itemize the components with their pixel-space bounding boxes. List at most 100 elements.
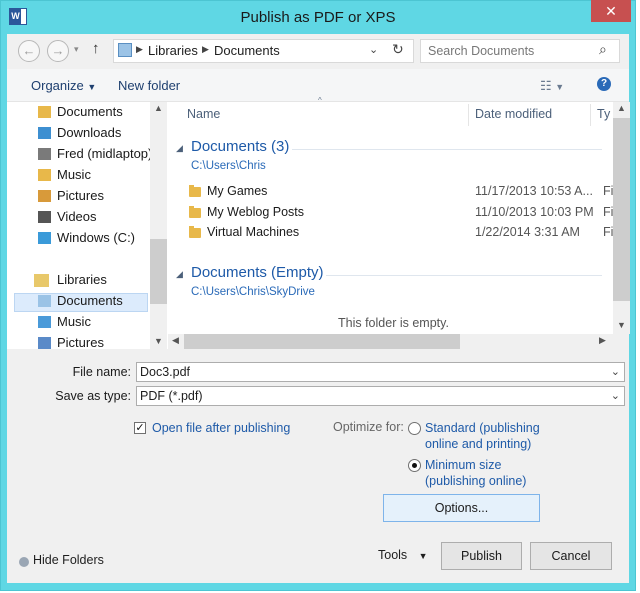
group-title-documents-empty[interactable]: Documents (Empty) <box>191 264 324 281</box>
publish-button[interactable]: Publish <box>441 542 522 570</box>
network-computer-icon <box>38 148 51 160</box>
new-folder-button[interactable]: New folder <box>118 78 180 93</box>
optimize-minimum-line2: (publishing online) <box>425 474 527 488</box>
documents-icon <box>38 106 51 118</box>
folder-icon <box>189 185 201 197</box>
nav-library-documents[interactable]: Documents <box>57 293 123 308</box>
group-divider <box>292 149 602 150</box>
music-icon <box>38 169 51 181</box>
breadcrumb-libraries[interactable]: Libraries <box>148 43 198 58</box>
optimize-standard-radio[interactable] <box>408 422 421 435</box>
optimize-for-label: Optimize for: <box>333 420 404 434</box>
libraries-folder-icon <box>34 274 49 287</box>
column-name[interactable]: Name <box>187 107 220 121</box>
nav-item-documents[interactable]: Documents <box>57 104 123 119</box>
view-options-icon[interactable]: ☷ ▼ <box>540 78 564 94</box>
tools-button[interactable]: Tools ▼ <box>378 548 428 562</box>
file-pane-scrollbar[interactable]: ▲ ▼ <box>613 102 630 334</box>
search-placeholder: Search Documents <box>428 44 535 58</box>
nav-item-windows-c[interactable]: Windows (C:) <box>57 230 135 245</box>
close-button[interactable]: ✕ <box>591 0 631 22</box>
open-after-publish-checkbox[interactable]: ✓ <box>134 422 146 434</box>
column-divider[interactable] <box>590 104 591 126</box>
videos-icon <box>38 211 51 223</box>
recent-chevron-icon[interactable]: ▾ <box>74 44 79 55</box>
optimize-minimum-line1: Minimum size <box>425 458 502 472</box>
breadcrumb-separator-icon: ▶ <box>136 44 143 54</box>
optimize-standard-line2: online and printing) <box>425 437 532 451</box>
help-icon[interactable]: ? <box>597 77 611 91</box>
file-name[interactable]: My Games <box>207 184 267 198</box>
downloads-icon <box>38 127 51 139</box>
address-bar[interactable]: ▶ Libraries ▶ Documents ⌄ ↻ <box>113 39 414 63</box>
file-type: Fi <box>603 225 614 239</box>
optimize-minimum-radio[interactable] <box>408 459 421 472</box>
file-name[interactable]: Virtual Machines <box>207 225 299 239</box>
pictures-icon <box>38 190 51 202</box>
scroll-down-icon[interactable]: ▼ <box>617 320 626 330</box>
column-type[interactable]: Ty <box>597 107 610 121</box>
up-arrow-icon[interactable]: ↑ <box>92 40 100 57</box>
empty-folder-text: This folder is empty. <box>338 316 449 330</box>
nav-library-pictures[interactable]: Pictures <box>57 335 104 350</box>
group-title-documents[interactable]: Documents (3) <box>191 138 289 155</box>
nav-scroll-thumb[interactable] <box>150 239 167 304</box>
group-collapse-icon[interactable]: ◢ <box>176 143 183 154</box>
back-button[interactable]: ← <box>18 40 40 62</box>
nav-libraries[interactable]: Libraries <box>57 272 107 287</box>
group-divider <box>326 275 602 276</box>
open-after-publish-label[interactable]: Open file after publishing <box>152 420 290 436</box>
scroll-up-icon[interactable]: ▲ <box>617 103 626 113</box>
nav-item-music[interactable]: Music <box>57 167 91 182</box>
tools-chevron-icon: ▼ <box>418 551 428 561</box>
nav-item-fred-midlaptop[interactable]: Fred (midlaptop) <box>57 146 152 161</box>
tools-label: Tools <box>378 548 408 562</box>
nav-item-videos[interactable]: Videos <box>57 209 97 224</box>
forward-button[interactable]: → <box>47 40 69 62</box>
scroll-down-icon[interactable]: ▼ <box>154 336 163 346</box>
scroll-up-icon[interactable]: ▲ <box>154 103 163 113</box>
hide-folders-button[interactable]: Hide Folders <box>33 553 104 567</box>
organize-label: Organize <box>31 78 84 93</box>
file-name-dropdown-icon[interactable]: ⌄ <box>611 363 620 381</box>
nav-scrollbar[interactable]: ▲ ▼ <box>150 102 167 349</box>
horizontal-scrollbar[interactable]: ◀ ▶ <box>168 334 613 349</box>
file-name[interactable]: My Weblog Posts <box>207 205 304 219</box>
file-type: Fi <box>603 184 614 198</box>
group-collapse-icon[interactable]: ◢ <box>176 269 183 280</box>
breadcrumb-separator-icon: ▶ <box>202 44 209 54</box>
file-name-value: Doc3.pdf <box>140 365 191 379</box>
nav-item-pictures[interactable]: Pictures <box>57 188 104 203</box>
file-name-input[interactable]: Doc3.pdf ⌄ <box>136 362 625 382</box>
cancel-button[interactable]: Cancel <box>530 542 612 570</box>
save-as-type-select[interactable]: PDF (*.pdf) ⌄ <box>136 386 625 406</box>
column-divider[interactable] <box>468 104 469 126</box>
group-path[interactable]: C:\Users\Chris <box>191 160 266 172</box>
refresh-icon[interactable]: ↻ <box>392 41 404 58</box>
save-as-type-label: Save as type: <box>55 389 131 403</box>
save-as-type-value: PDF (*.pdf) <box>140 389 203 403</box>
scroll-right-icon[interactable]: ▶ <box>599 335 606 346</box>
libraries-icon <box>118 43 132 57</box>
breadcrumb-documents[interactable]: Documents <box>214 43 280 58</box>
sort-indicator-icon: ^ <box>318 96 322 105</box>
optimize-standard-label[interactable]: Standard (publishing online and printing… <box>425 420 540 452</box>
file-type: Fi <box>603 205 614 219</box>
organize-button[interactable]: Organize ▼ <box>31 78 96 93</box>
search-icon: ⌕ <box>599 41 607 57</box>
scroll-left-icon[interactable]: ◀ <box>172 335 179 346</box>
nav-item-downloads[interactable]: Downloads <box>57 125 121 140</box>
options-button[interactable]: Options... <box>383 494 540 522</box>
horizontal-scroll-thumb[interactable] <box>184 334 460 349</box>
hide-folders-icon[interactable] <box>19 557 29 567</box>
address-dropdown-icon[interactable]: ⌄ <box>369 43 378 56</box>
file-scroll-thumb[interactable] <box>613 118 630 301</box>
search-input[interactable]: Search Documents ⌕ <box>420 39 620 63</box>
group-path[interactable]: C:\Users\Chris\SkyDrive <box>191 286 315 298</box>
optimize-standard-line1: Standard (publishing <box>425 421 540 435</box>
nav-library-music[interactable]: Music <box>57 314 91 329</box>
save-as-type-dropdown-icon[interactable]: ⌄ <box>611 387 620 405</box>
column-date-modified[interactable]: Date modified <box>475 107 552 121</box>
optimize-minimum-label[interactable]: Minimum size (publishing online) <box>425 457 526 489</box>
file-date: 11/17/2013 10:53 A... <box>475 184 593 198</box>
